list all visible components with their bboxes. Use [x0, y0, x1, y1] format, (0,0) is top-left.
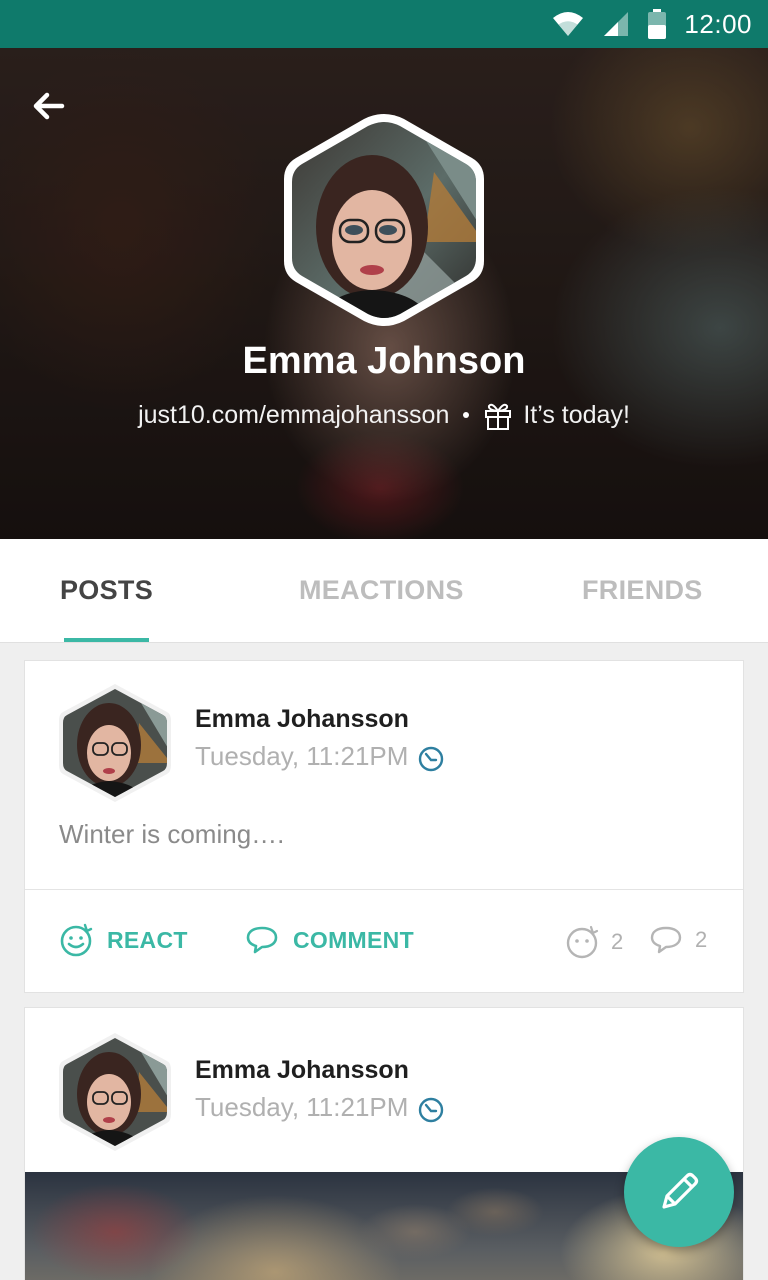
- comment-count[interactable]: 2: [649, 925, 707, 955]
- profile-tabs: POSTS MEACTIONS FRIENDS: [0, 539, 768, 643]
- comment-count-value: 2: [695, 927, 708, 952]
- profile-link[interactable]: just10.com/emmajohansson: [138, 401, 449, 430]
- clock-icon: [419, 1097, 444, 1122]
- battery-icon: [648, 9, 667, 39]
- reaction-count-value: 2: [611, 929, 624, 954]
- wifi-icon: [553, 12, 584, 36]
- clock-icon: [419, 746, 444, 771]
- post-time-text: Tuesday, 11:21PM: [195, 1092, 409, 1122]
- profile-meta: just10.com/emmajohansson It’s today!: [0, 400, 768, 430]
- signal-icon: [604, 12, 629, 36]
- post-author-avatar[interactable]: [59, 683, 171, 803]
- post-body-text: Winter is coming….: [59, 819, 285, 849]
- speech-bubble-icon: [650, 926, 682, 954]
- profile-name: Emma Johnson: [242, 340, 526, 382]
- card-divider: [25, 889, 743, 890]
- comment-label: COMMENT: [293, 926, 414, 953]
- post-card: Emma Johansson Tuesday, 11:21PM: [24, 1007, 744, 1280]
- speech-bubble-icon: [246, 926, 278, 954]
- post-card: Emma Johansson Tuesday, 11:21PM Winter i…: [24, 660, 744, 993]
- post-author-name[interactable]: Emma Johansson: [195, 705, 409, 734]
- tab-friends[interactable]: FRIENDS: [582, 575, 703, 606]
- reaction-count[interactable]: 2: [565, 925, 623, 959]
- post-author-avatar[interactable]: [59, 1032, 171, 1152]
- clock-time: 12:00: [684, 8, 752, 39]
- post-author-name[interactable]: Emma Johansson: [195, 1056, 409, 1085]
- status-bar: 12:00: [0, 0, 768, 48]
- profile-avatar[interactable]: [284, 112, 484, 328]
- smiley-icon: [60, 923, 93, 957]
- arrow-left-icon[interactable]: [28, 86, 68, 126]
- react-button[interactable]: REACT: [59, 923, 188, 957]
- separator-dot: [463, 412, 470, 418]
- gift-icon: [485, 403, 512, 430]
- birthday-text: It’s today!: [523, 400, 630, 429]
- comment-button[interactable]: COMMENT: [245, 925, 414, 955]
- pencil-icon: [662, 1172, 699, 1209]
- active-tab-indicator: [64, 638, 149, 642]
- post-timestamp: Tuesday, 11:21PM: [195, 1092, 444, 1123]
- tab-meactions[interactable]: MEACTIONS: [299, 575, 464, 606]
- smiley-icon: [566, 925, 599, 959]
- post-time-text: Tuesday, 11:21PM: [195, 741, 409, 771]
- profile-header: Emma Johnson just10.com/emmajohansson It…: [0, 48, 768, 539]
- post-timestamp: Tuesday, 11:21PM: [195, 741, 444, 772]
- tab-posts[interactable]: POSTS: [60, 575, 153, 606]
- react-label: REACT: [107, 926, 188, 953]
- compose-fab-button[interactable]: [624, 1137, 734, 1247]
